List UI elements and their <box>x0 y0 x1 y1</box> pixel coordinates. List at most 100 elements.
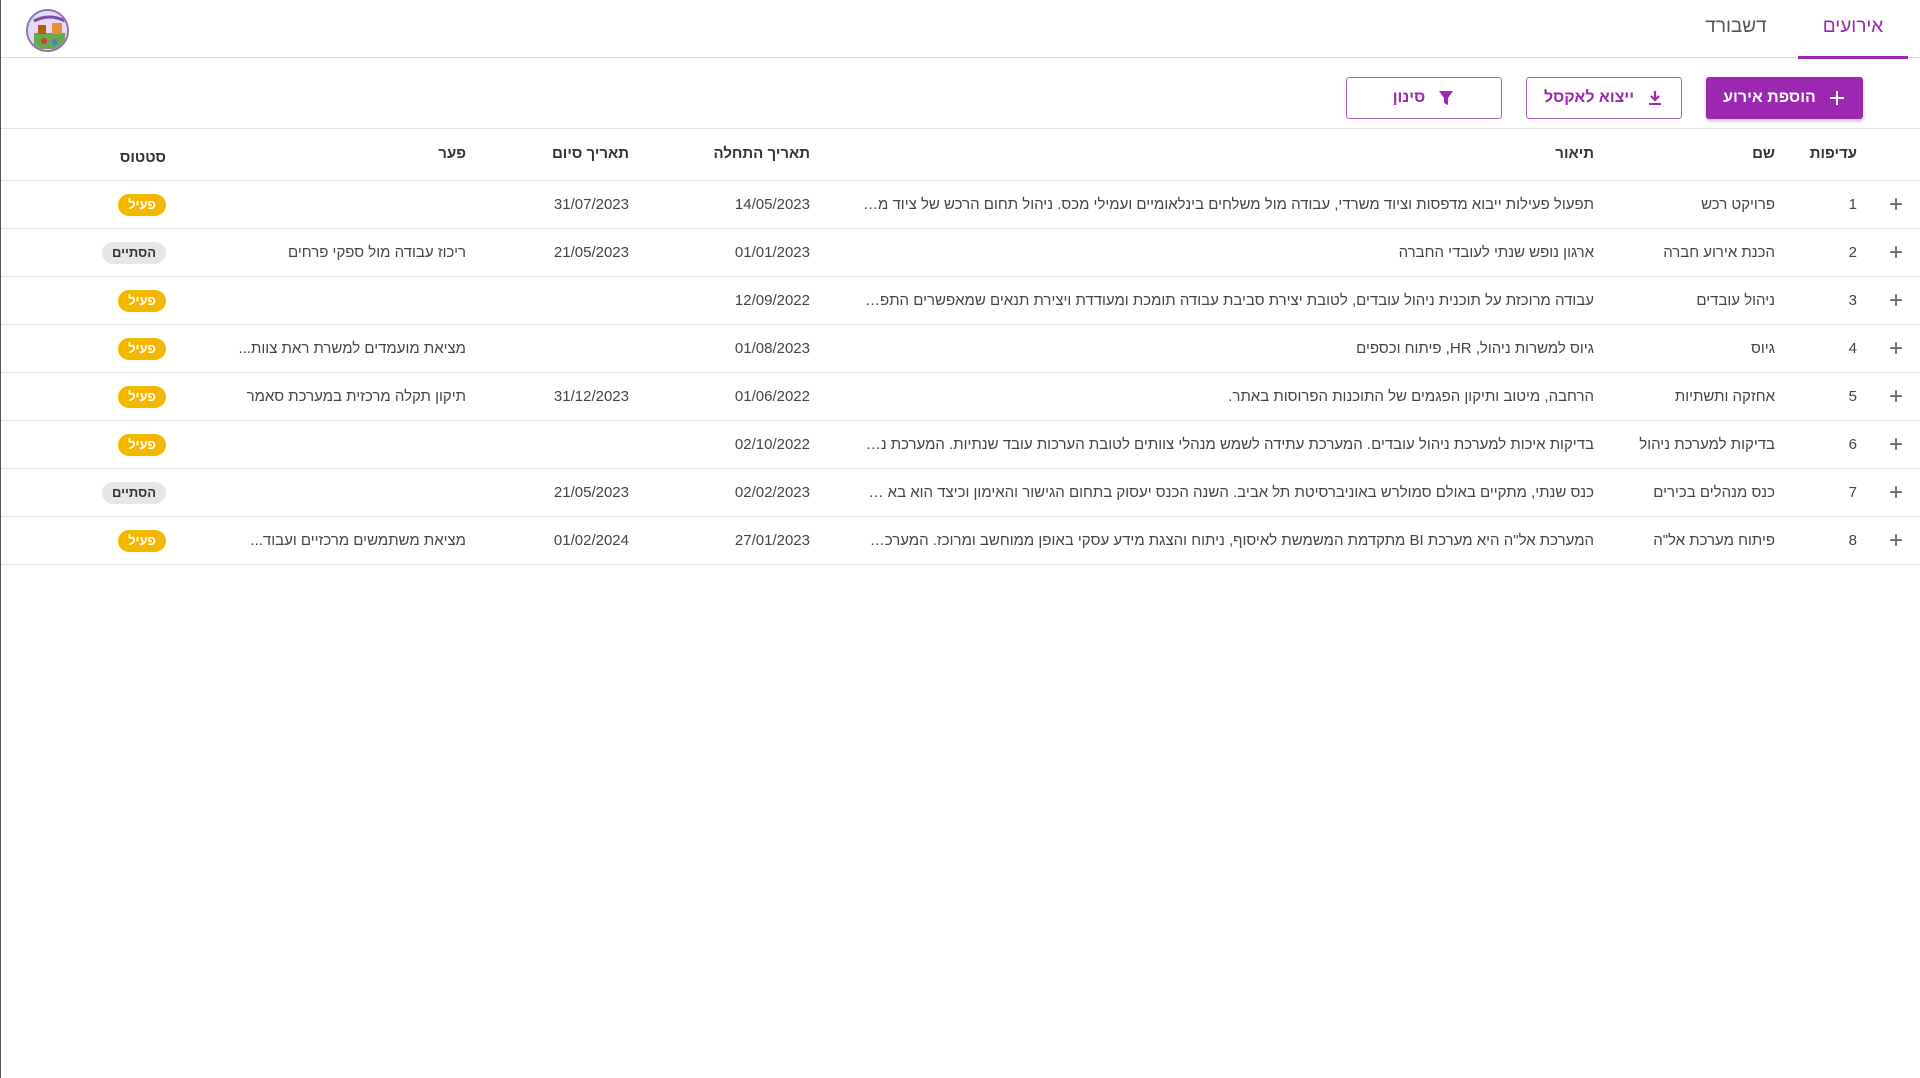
expand-row-icon[interactable]: + <box>1883 421 1909 469</box>
table-row[interactable]: + 8 פיתוח מערכת אל"ה המערכת אל"ה היא מער… <box>1 517 1920 565</box>
expand-row-icon[interactable]: + <box>1883 325 1909 373</box>
tab-events[interactable]: אירועים <box>1798 0 1908 59</box>
cell-end-date <box>501 421 629 469</box>
cell-name: פיתוח מערכת אל"ה <box>1653 532 1775 549</box>
status-badge: פעיל <box>118 386 166 409</box>
cell-name: פרויקט רכש <box>1701 196 1775 213</box>
events-logo-icon[interactable] <box>26 9 69 52</box>
cell-description: הרחבה, מיטוב ותיקון הפגמים של התוכנות הפ… <box>1228 388 1594 405</box>
cell-priority: 8 <box>1848 532 1857 549</box>
cell-status: פעיל <box>81 325 166 373</box>
cell-gap <box>221 181 466 229</box>
cell-end-date: 21/05/2023 <box>553 484 629 501</box>
cell-status: פעיל <box>81 421 166 469</box>
table-header-row: עדיפות שם תיאור תאריך התחלה תאריך סיום פ… <box>1 129 1920 181</box>
status-badge: פעיל <box>118 434 166 457</box>
cell-start-date: 01/01/2023 <box>734 244 810 261</box>
header-description[interactable]: תיאור <box>861 129 1594 181</box>
filter-icon <box>1439 91 1454 105</box>
cell-status: פעיל <box>81 517 166 565</box>
cell-name: הכנת אירוע חברה <box>1663 244 1775 261</box>
cell-end-date <box>501 325 629 373</box>
cell-name: בדיקות למערכת ניהול <box>1639 436 1775 453</box>
add-event-button[interactable]: הוספת אירוע <box>1706 77 1863 119</box>
cell-priority: 6 <box>1848 436 1857 453</box>
cell-priority: 7 <box>1848 484 1857 501</box>
header-start-date[interactable]: תאריך התחלה <box>691 129 811 181</box>
expand-row-icon[interactable]: + <box>1883 517 1909 565</box>
cell-gap: מציאת מועמדים למשרת ראת צוות... <box>238 340 466 357</box>
filter-label: סינון <box>1392 89 1426 106</box>
app-window: אירועים דשבורד הוספת אירוע ייצוא לאקסל ס… <box>0 0 1920 1078</box>
status-badge: פעיל <box>118 290 166 313</box>
cell-status: הסתיים <box>81 229 166 277</box>
status-badge: פעיל <box>118 194 166 217</box>
header-gap[interactable]: פער <box>221 129 466 181</box>
cell-gap: ריכוז עבודה מול ספקי פרחים <box>288 244 466 261</box>
cell-end-date: 31/12/2023 <box>553 388 629 405</box>
export-excel-button[interactable]: ייצוא לאקסל <box>1526 77 1682 119</box>
cell-description: תפעול פעילות ייבוא מדפסות וציוד משרדי, ע… <box>861 196 1594 213</box>
cell-name: כנס מנהלים בכירים <box>1653 484 1775 501</box>
cell-name: ניהול עובדים <box>1696 292 1775 309</box>
header-priority[interactable]: עדיפות <box>1791 129 1857 181</box>
status-badge: פעיל <box>118 338 166 361</box>
plus-icon <box>1829 91 1844 105</box>
cell-status: פעיל <box>81 373 166 421</box>
cell-start-date: 02/02/2023 <box>734 484 810 501</box>
status-badge: הסתיים <box>101 242 166 265</box>
cell-priority: 4 <box>1848 340 1857 357</box>
header-name[interactable]: שם <box>1611 129 1775 181</box>
cell-description: עבודה מרוכזת על תוכנית ניהול עובדים, לטו… <box>861 292 1594 309</box>
cell-priority: 2 <box>1848 244 1857 261</box>
events-table: עדיפות שם תיאור תאריך התחלה תאריך סיום פ… <box>1 129 1920 565</box>
tab-dashboard[interactable]: דשבורד <box>1681 0 1791 58</box>
cell-description: ארגון נופש שנתי לעובדי החברה <box>1398 244 1594 261</box>
filter-button[interactable]: סינון <box>1346 77 1502 119</box>
header-end-date[interactable]: תאריך סיום <box>501 129 629 181</box>
table-row[interactable]: + 6 בדיקות למערכת ניהול בדיקות איכות למע… <box>1 421 1920 469</box>
table-row[interactable]: + 5 אחזקה ותשתיות הרחבה, מיטוב ותיקון הפ… <box>1 373 1920 421</box>
cell-start-date: 02/10/2022 <box>734 436 810 453</box>
cell-gap <box>221 469 466 517</box>
add-event-label: הוספת אירוע <box>1723 89 1816 106</box>
cell-gap <box>221 277 466 325</box>
cell-description: המערכת אל"ה היא מערכת BI מתקדמת המשמשת ל… <box>861 532 1594 549</box>
expand-row-icon[interactable]: + <box>1883 277 1909 325</box>
cell-end-date: 31/07/2023 <box>553 196 629 213</box>
toolbar: הוספת אירוע ייצוא לאקסל סינון <box>1 58 1920 129</box>
expand-row-icon[interactable]: + <box>1883 181 1909 229</box>
download-icon <box>1649 91 1662 105</box>
expand-row-icon[interactable]: + <box>1883 469 1909 517</box>
cell-name: גיוס <box>1751 340 1775 357</box>
cell-start-date: 01/08/2023 <box>734 340 810 357</box>
cell-description: בדיקות איכות למערכת ניהול עובדים. המערכת… <box>861 436 1594 453</box>
table-row[interactable]: + 1 פרויקט רכש תפעול פעילות ייבוא מדפסות… <box>1 181 1920 229</box>
cell-gap: מציאת משתמשים מרכזיים ועבוד... <box>250 532 466 549</box>
cell-end-date: 01/02/2024 <box>553 532 629 549</box>
table-row[interactable]: + 3 ניהול עובדים עבודה מרוכזת על תוכנית … <box>1 277 1920 325</box>
table-row[interactable]: + 7 כנס מנהלים בכירים כנס שנתי, מתקיים ב… <box>1 469 1920 517</box>
cell-start-date: 01/06/2022 <box>734 388 810 405</box>
cell-priority: 5 <box>1848 388 1857 405</box>
status-badge: פעיל <box>118 530 166 553</box>
cell-gap: תיקון תקלה מרכזית במערכת סאמר <box>246 388 466 405</box>
cell-end-date: 21/05/2023 <box>553 244 629 261</box>
top-nav-bar: אירועים דשבורד <box>1 0 1920 59</box>
cell-status: פעיל <box>81 181 166 229</box>
cell-description: כנס שנתי, מתקיים באולם סמולרש באוניברסיט… <box>861 484 1594 501</box>
expand-row-icon[interactable]: + <box>1883 229 1909 277</box>
export-excel-label: ייצוא לאקסל <box>1543 89 1635 106</box>
cell-description: גיוס למשרות ניהול, HR, פיתוח וכספים <box>1356 340 1594 357</box>
table-row[interactable]: + 4 גיוס גיוס למשרות ניהול, HR, פיתוח וכ… <box>1 325 1920 373</box>
cell-gap <box>221 421 466 469</box>
table-row[interactable]: + 2 הכנת אירוע חברה ארגון נופש שנתי לעוב… <box>1 229 1920 277</box>
cell-name: אחזקה ותשתיות <box>1674 388 1775 405</box>
cell-start-date: 14/05/2023 <box>734 196 810 213</box>
status-badge: הסתיים <box>101 482 166 505</box>
header-status[interactable]: סטטוס <box>81 129 166 181</box>
cell-start-date: 12/09/2022 <box>734 292 810 309</box>
cell-status: פעיל <box>81 277 166 325</box>
cell-end-date <box>501 277 629 325</box>
expand-row-icon[interactable]: + <box>1883 373 1909 421</box>
